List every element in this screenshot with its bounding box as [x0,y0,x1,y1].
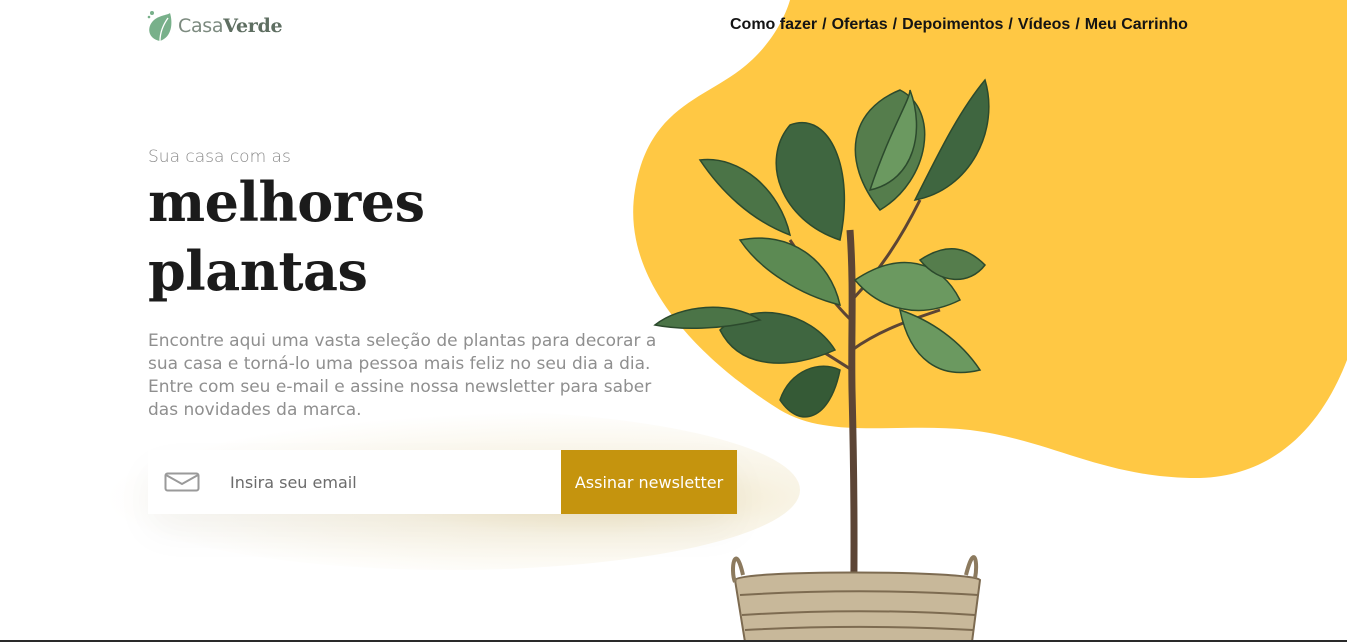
nav-separator: / [822,16,827,33]
brand-name-light: Casa [178,15,224,37]
hero-subtitle: Sua casa com as [148,147,291,167]
nav-item-depoimentos[interactable]: Depoimentos [902,16,1003,34]
nav-item-videos[interactable]: Vídeos [1018,16,1070,34]
hero-description: Encontre aqui uma vasta seleção de plant… [148,331,657,420]
mail-icon [164,472,200,492]
nav-separator: / [892,16,898,33]
nav-item-meu-carrinho[interactable]: Meu Carrinho [1085,16,1188,34]
nav-separator: / [1008,16,1013,33]
hero-title: melhores plantas [148,168,568,306]
leaf-icon [147,11,172,42]
brand-name: CasaVerde [178,15,283,37]
brand-name-bold: Verde [223,15,283,37]
hero-title-line1: melhores [148,170,425,234]
nav-separator: / [1075,16,1080,33]
email-input[interactable] [230,462,550,502]
plant-image [653,78,990,642]
nav-item-ofertas[interactable]: Ofertas [832,16,888,34]
main-nav: Como fazer / Ofertas / Depoimentos / Víd… [730,16,1188,34]
nav-item-como-fazer[interactable]: Como fazer [730,16,817,34]
brand-logo[interactable]: CasaVerde [146,9,283,43]
hero-title-line2: plantas [148,239,368,303]
